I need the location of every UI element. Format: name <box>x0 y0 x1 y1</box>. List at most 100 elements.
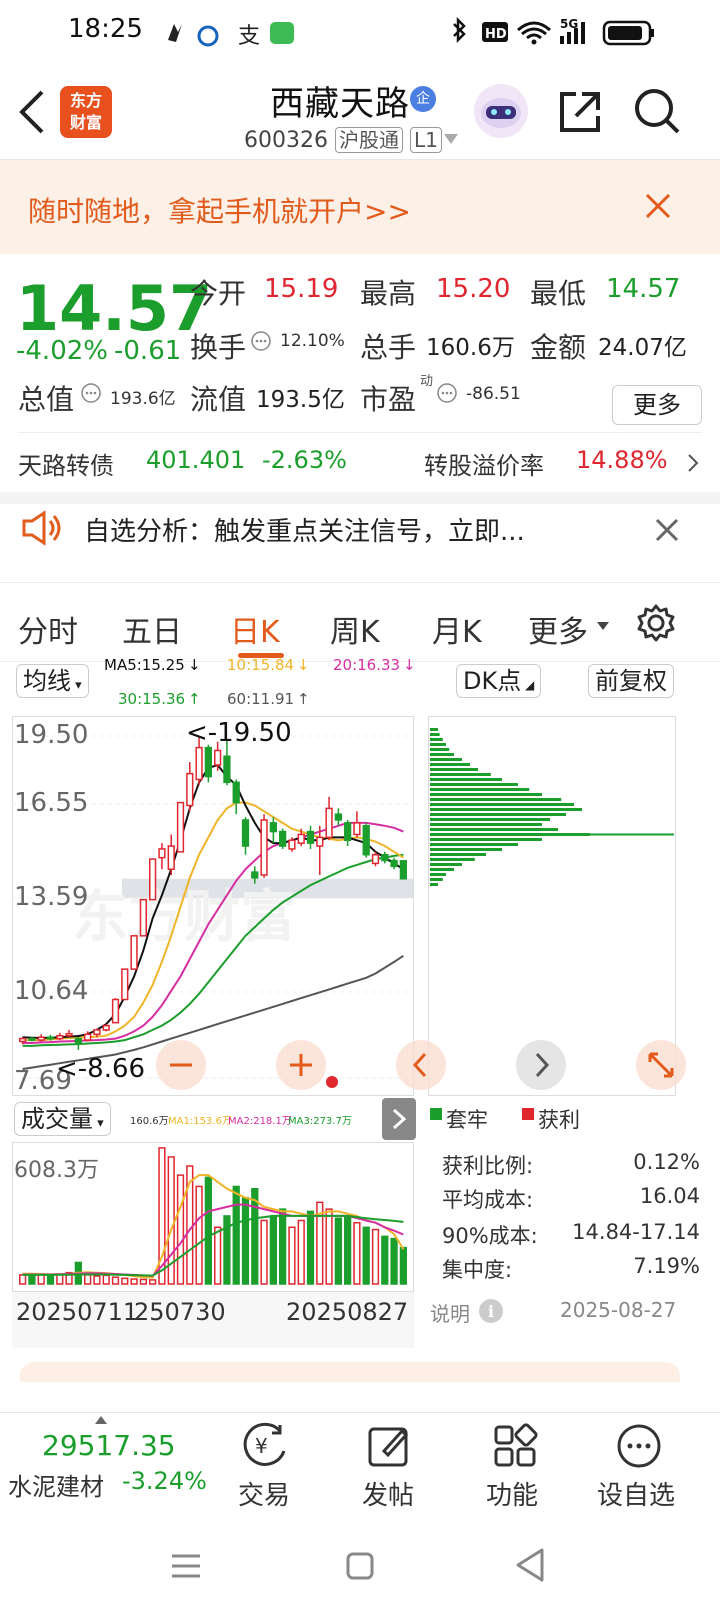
divider <box>18 432 702 433</box>
index-value[interactable]: 29517.35 <box>42 1429 176 1462</box>
chip-bar <box>430 763 470 766</box>
close-icon[interactable] <box>644 192 672 220</box>
volume-select[interactable]: 成交量 ▾ <box>14 1102 111 1136</box>
ma-select[interactable]: 均线 ▾ <box>16 664 89 698</box>
premium-value: 14.88% <box>576 446 668 474</box>
zoom-in-button[interactable] <box>276 1040 326 1090</box>
info-dots-icon[interactable] <box>80 382 102 404</box>
candle-body <box>362 825 370 856</box>
svg-text:支: 支 <box>238 24 260 48</box>
volume-bar <box>176 1174 185 1285</box>
low-marker: <-8.66 <box>56 1054 146 1084</box>
tab-monthly-k[interactable]: 月K <box>432 607 482 651</box>
menu-icon[interactable] <box>168 1548 204 1584</box>
scroll-left-button[interactable] <box>396 1040 446 1090</box>
chip-bar <box>430 878 443 881</box>
dk-select[interactable]: DK点 ◢ <box>456 664 542 698</box>
nav-functions[interactable]: 功能 <box>462 1475 562 1512</box>
chevron-up-icon[interactable] <box>94 1415 108 1425</box>
chip-bar <box>430 823 542 826</box>
candle-body <box>176 801 185 853</box>
chevron-right-icon[interactable] <box>686 452 700 474</box>
notification-icons: 支 <box>168 22 294 48</box>
share-icon[interactable] <box>556 88 604 136</box>
volume-bar <box>204 1176 212 1285</box>
adjust-select[interactable]: 前复权 <box>588 664 674 698</box>
bond-name[interactable]: 天路转债 <box>18 446 114 481</box>
settings-gear-icon[interactable] <box>636 603 676 643</box>
tab-weekly-k[interactable]: 周K <box>330 607 380 651</box>
functions-icon[interactable] <box>490 1421 540 1471</box>
close-icon[interactable] <box>654 517 680 543</box>
search-icon[interactable] <box>632 86 682 136</box>
more-dots-icon[interactable] <box>614 1421 664 1471</box>
open-account-banner[interactable]: 随时随地，拿起手机就开户>> <box>0 160 720 254</box>
expand-side-button[interactable] <box>382 1098 416 1140</box>
more-button[interactable]: 更多 <box>612 385 702 425</box>
volume-bar <box>381 1235 389 1285</box>
volume-bar <box>353 1221 361 1285</box>
chip-bar <box>430 738 443 741</box>
chip-bar <box>430 753 454 756</box>
index-name[interactable]: 水泥建材 <box>8 1467 104 1502</box>
svg-text:HD: HD <box>485 27 507 42</box>
profit-ratio-label: 获利比例: <box>442 1154 534 1178</box>
note-label[interactable]: 说明 <box>430 1298 470 1327</box>
ma10-legend: 10:15.84 <box>227 656 295 674</box>
fullscreen-button[interactable] <box>636 1040 686 1090</box>
scroll-right-button[interactable] <box>516 1040 566 1090</box>
avg-cost-label: 平均成本: <box>442 1188 534 1212</box>
system-icons: HD 5G <box>453 16 654 46</box>
candle-body <box>306 830 315 844</box>
alert-text[interactable]: 自选分析：触发重点关注信号，立即... <box>84 511 525 548</box>
post-icon[interactable] <box>364 1421 414 1471</box>
high-value: 15.20 <box>436 274 511 304</box>
candle-body <box>46 1036 55 1040</box>
tab-intraday[interactable]: 分时 <box>18 607 78 651</box>
home-icon[interactable] <box>342 1548 378 1584</box>
chevron-down-icon[interactable] <box>442 132 460 146</box>
candle-body <box>167 845 175 870</box>
tab-daily-k[interactable]: 日K <box>230 607 280 651</box>
zoom-out-button[interactable] <box>156 1040 206 1090</box>
promo-text[interactable]: 随时随地，拿起手机就开户>> <box>28 190 411 230</box>
analysis-alert[interactable]: 自选分析：触发重点关注信号，立即... <box>0 505 720 585</box>
volume-bar <box>362 1226 370 1285</box>
live-dot <box>326 1076 338 1088</box>
chip-bar <box>430 778 502 781</box>
assistant-avatar-icon[interactable] <box>472 82 530 140</box>
back-icon[interactable] <box>14 88 50 136</box>
candle-body <box>28 1037 36 1041</box>
trade-icon[interactable]: ¥ <box>240 1421 290 1471</box>
chip-bar <box>430 758 462 761</box>
vol-legend-ma1: MA1:153.6万 <box>168 1116 232 1127</box>
chip-bar <box>430 798 562 801</box>
nav-trade[interactable]: 交易 <box>214 1475 314 1512</box>
info-dots-icon[interactable] <box>250 330 272 352</box>
info-icon[interactable]: i <box>478 1298 504 1324</box>
current-price: 14.57 <box>16 272 213 345</box>
volume-bar <box>297 1219 305 1285</box>
candle-body <box>353 822 361 836</box>
volume-bar <box>371 1228 380 1285</box>
volume-bar <box>56 1273 64 1285</box>
volume-bar <box>251 1187 259 1285</box>
chip-bar <box>430 868 454 871</box>
candle-body <box>399 860 407 880</box>
info-dots-icon[interactable] <box>436 382 458 404</box>
chip-bar <box>430 873 446 876</box>
app-logo[interactable]: 东方 财富 <box>60 86 112 138</box>
ma60-arrow: ↑ <box>297 690 310 708</box>
nav-post[interactable]: 发帖 <box>338 1475 438 1512</box>
turnover-label: 换手 <box>190 331 247 364</box>
tab-five-day[interactable]: 五日 <box>122 607 182 651</box>
candle-body <box>121 968 129 1001</box>
candle-body <box>325 807 333 839</box>
ma5-arrow: ↓ <box>188 656 201 674</box>
chevron-down-icon[interactable] <box>596 621 610 631</box>
back-nav-icon[interactable] <box>512 1546 548 1584</box>
candle-body <box>56 1034 64 1040</box>
tab-more[interactable]: 更多 <box>528 607 588 651</box>
nav-add-watchlist[interactable]: 设自选 <box>586 1475 686 1512</box>
candle-body <box>390 859 398 868</box>
